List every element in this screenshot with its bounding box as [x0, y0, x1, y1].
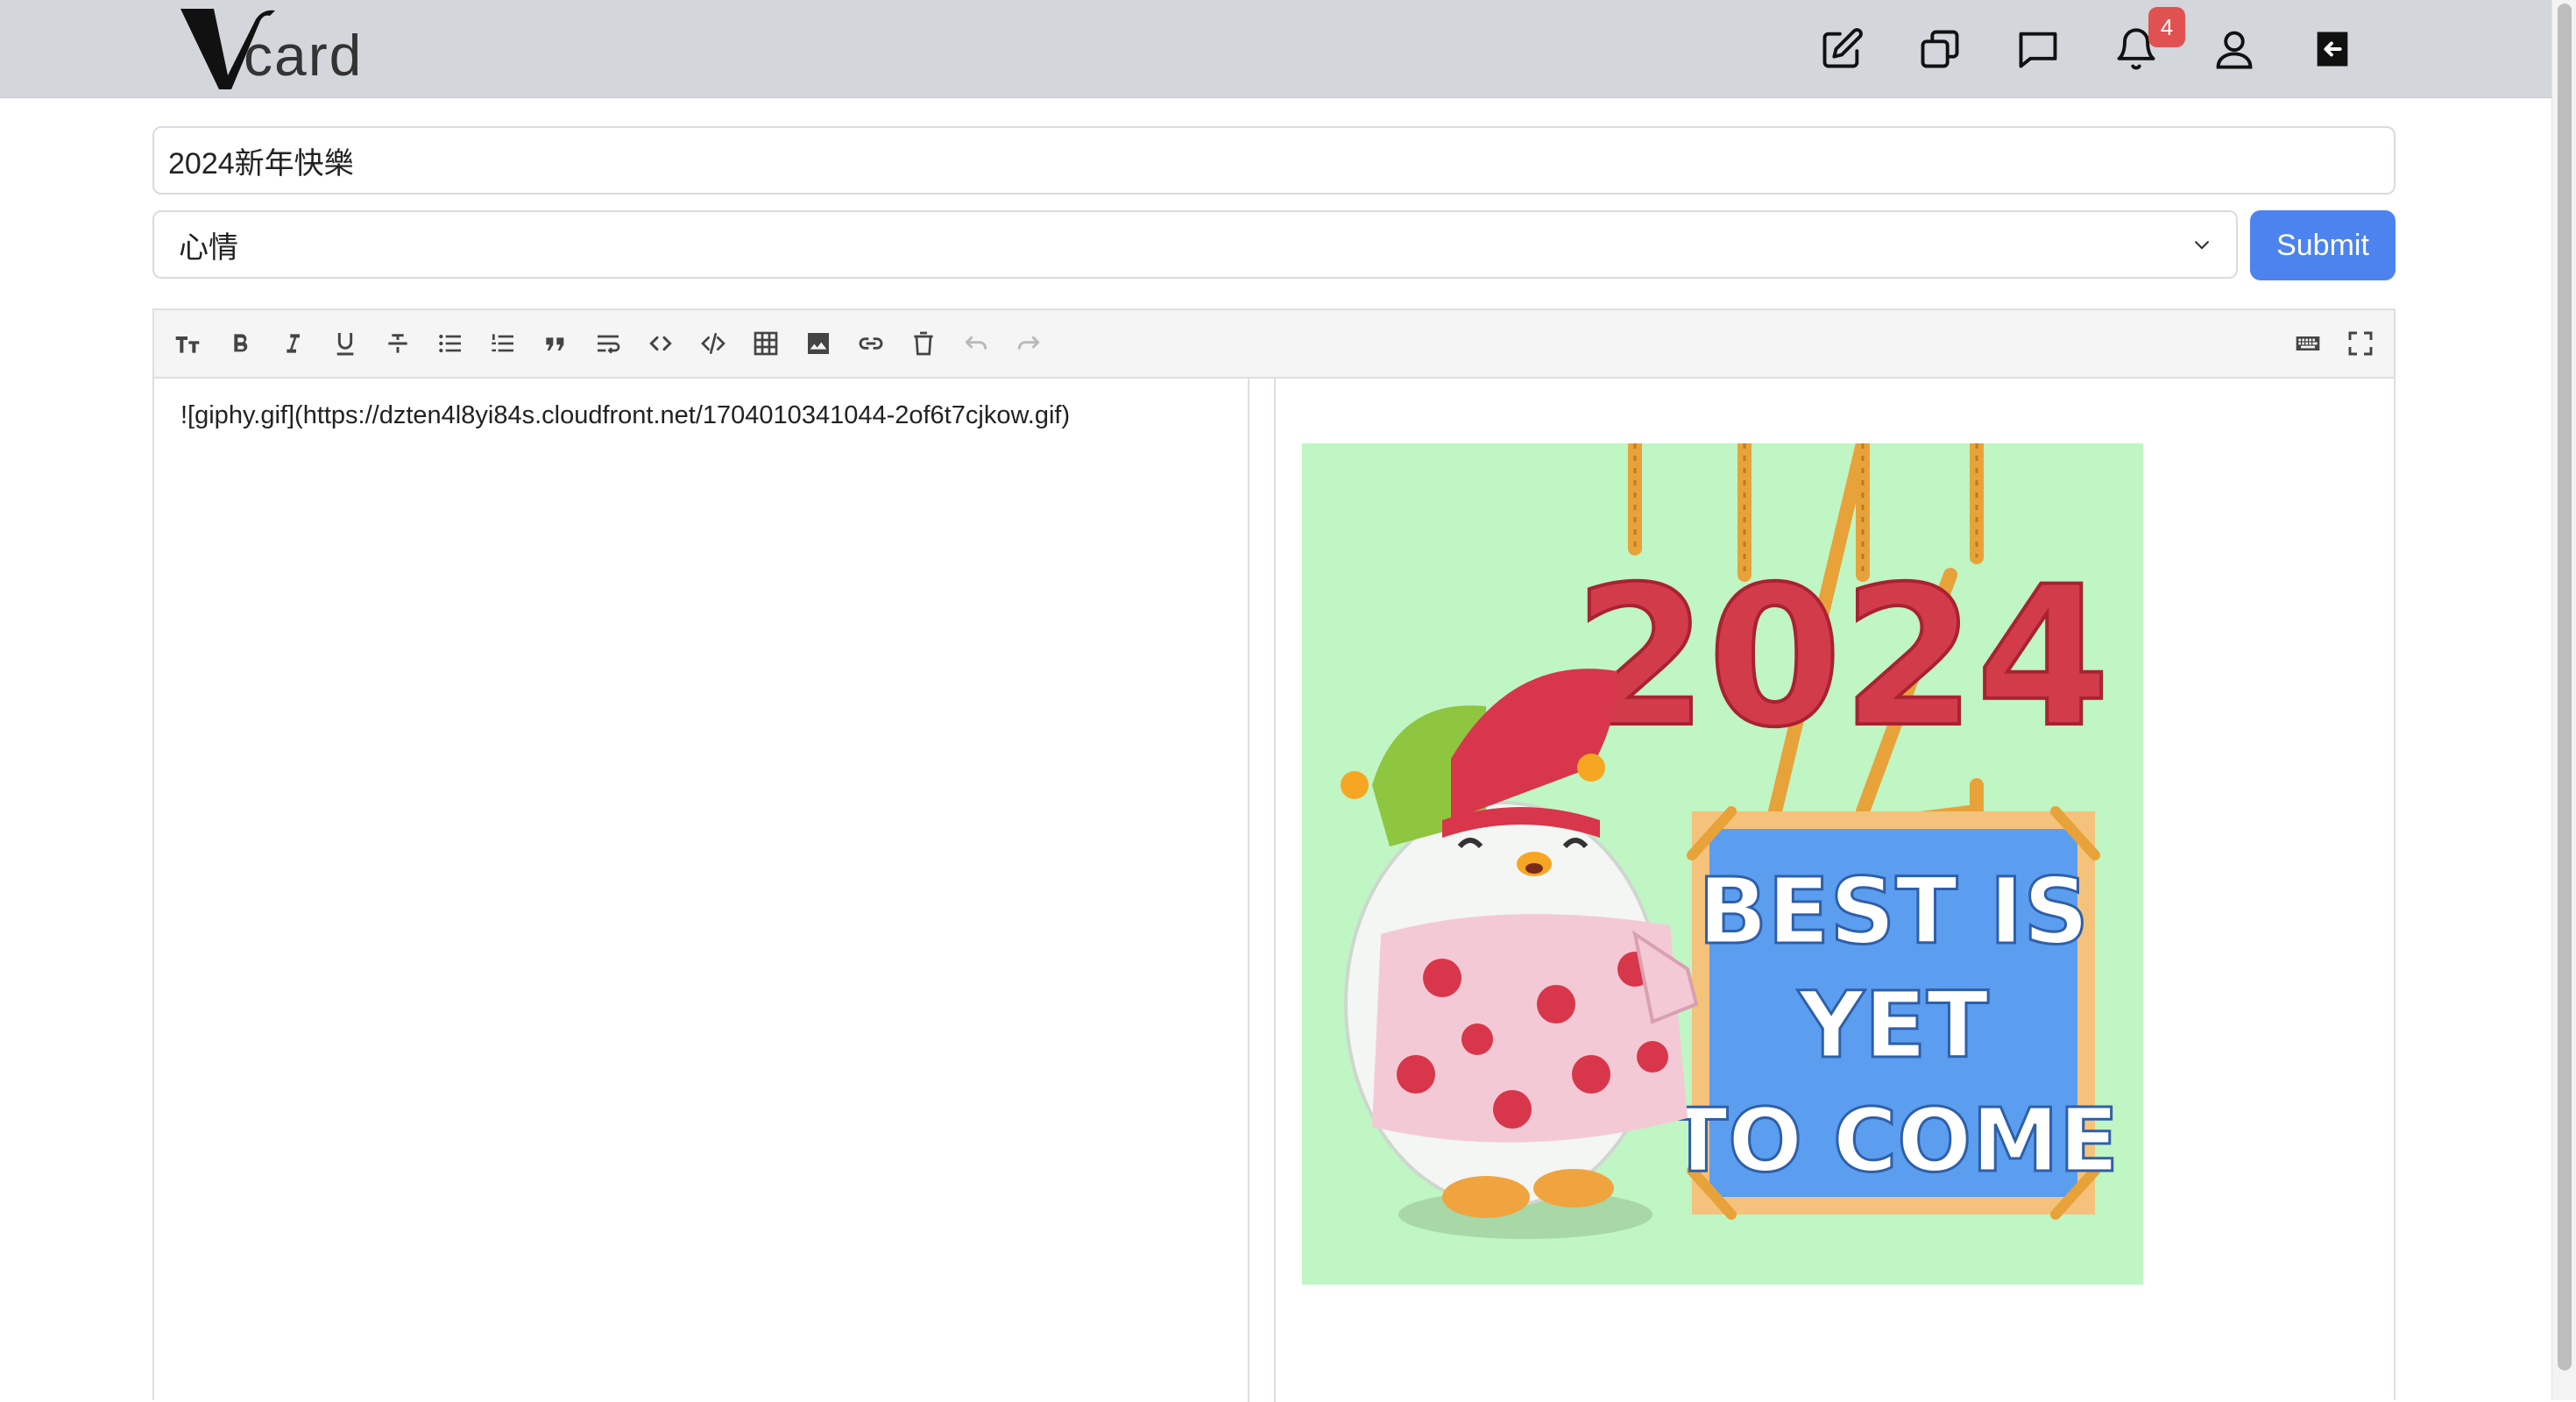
category-selected-value: 心情 — [179, 230, 238, 265]
logout-icon[interactable] — [2308, 25, 2357, 74]
clear-icon[interactable] — [906, 326, 941, 361]
link-icon[interactable] — [853, 326, 888, 361]
redo-icon[interactable] — [1011, 326, 1046, 361]
logo-text: card — [244, 23, 364, 88]
bullet-list-icon[interactable] — [433, 326, 468, 361]
image-icon[interactable] — [801, 326, 836, 361]
markdown-source-pane[interactable] — [154, 379, 1249, 1402]
submit-button[interactable]: Submit — [2250, 210, 2396, 280]
preview-sign-line-1: BEST IS — [1698, 858, 2089, 965]
title-input[interactable] — [152, 126, 2396, 195]
heading-icon[interactable] — [170, 326, 205, 361]
chevron-down-icon — [2195, 241, 2209, 250]
preview-sign-line-2: YET — [1796, 972, 1988, 1079]
undo-icon[interactable] — [959, 326, 994, 361]
top-navbar: card 4 — [0, 0, 2551, 98]
editor-toolbar — [154, 310, 2394, 379]
pane-divider — [1249, 379, 1276, 1402]
notification-badge: 4 — [2148, 7, 2185, 47]
page-scrollbar[interactable] — [2551, 0, 2576, 1400]
category-select[interactable]: 心情 — [152, 210, 2238, 279]
underline-icon[interactable] — [328, 326, 363, 361]
inline-code-icon[interactable] — [643, 326, 678, 361]
scrollbar-thumb[interactable] — [2558, 4, 2572, 1370]
copy-icon[interactable] — [1915, 25, 1964, 74]
keyboard-icon[interactable] — [2290, 326, 2325, 361]
markdown-editor: ![giphy.gif](https://dzten4l8yi84s.cloud… — [152, 308, 2396, 1402]
ordered-list-icon[interactable] — [485, 326, 520, 361]
message-icon[interactable] — [2013, 25, 2063, 74]
preview-image: 2024 BEST IS YET TO COME — [1302, 443, 2143, 1285]
preview-sign-line-3: TO COME — [1668, 1089, 2119, 1192]
bold-icon[interactable] — [223, 326, 258, 361]
wrap-icon[interactable] — [591, 326, 626, 361]
quote-icon[interactable] — [538, 326, 573, 361]
markdown-source-text[interactable]: ![giphy.gif](https://dzten4l8yi84s.cloud… — [180, 401, 1070, 430]
table-icon[interactable] — [748, 326, 783, 361]
user-icon[interactable] — [2210, 25, 2259, 74]
code-block-icon[interactable] — [696, 326, 731, 361]
italic-icon[interactable] — [275, 326, 310, 361]
fullscreen-icon[interactable] — [2343, 326, 2378, 361]
preview-year-text: 2024 — [1574, 545, 2110, 769]
edit-icon[interactable] — [1817, 25, 1866, 74]
strikethrough-icon[interactable] — [380, 326, 415, 361]
